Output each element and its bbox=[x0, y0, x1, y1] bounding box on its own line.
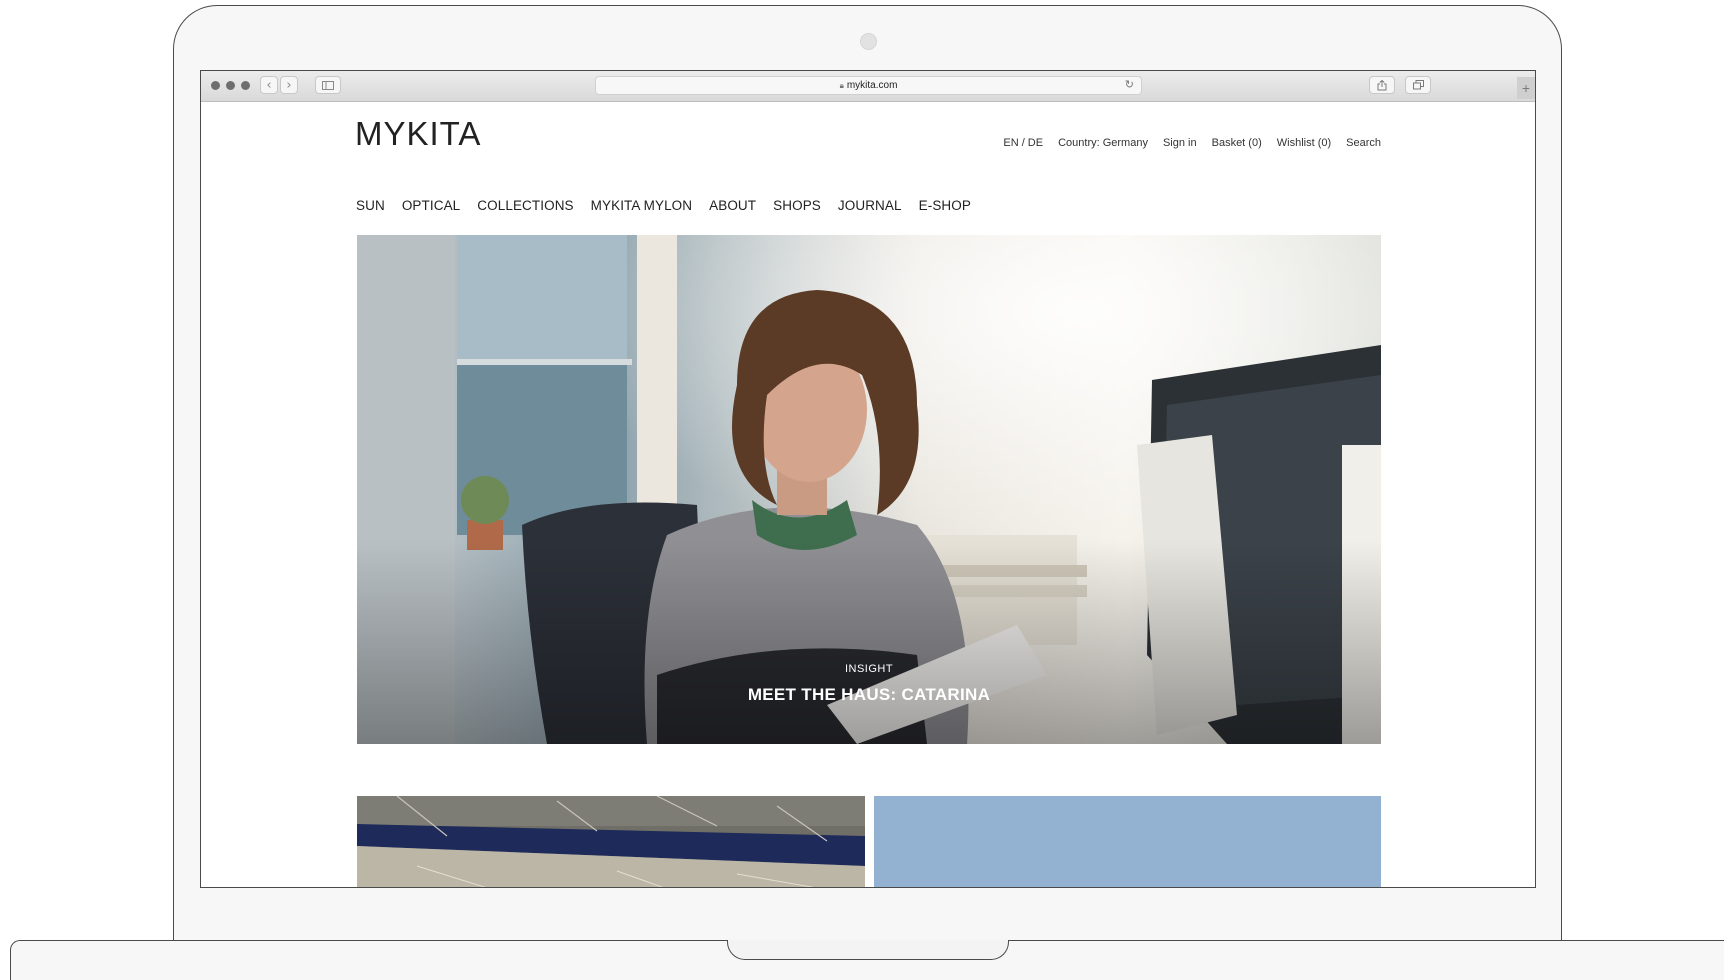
chevron-right-icon: › bbox=[286, 78, 292, 93]
camera-icon bbox=[860, 33, 877, 50]
nav-item-e-shop[interactable]: E-SHOP bbox=[919, 198, 971, 213]
teaser-tile-sky[interactable] bbox=[874, 796, 1381, 887]
forward-button[interactable]: › bbox=[280, 76, 298, 94]
nav-item-mykita-mylon[interactable]: MYKITA MYLON bbox=[591, 198, 692, 213]
site-logo[interactable]: MYKITA bbox=[355, 115, 481, 153]
teaser-tile-marble[interactable] bbox=[357, 796, 865, 887]
close-window-button[interactable] bbox=[211, 81, 220, 90]
sidebar-button[interactable] bbox=[315, 76, 341, 94]
share-button[interactable] bbox=[1369, 76, 1395, 94]
zoom-window-button[interactable] bbox=[241, 81, 250, 90]
nav-item-sun[interactable]: SUN bbox=[356, 198, 385, 213]
url-text: mykita.com bbox=[846, 80, 898, 91]
plus-icon: + bbox=[1521, 80, 1531, 96]
hero-title[interactable]: MEET THE HAUS: CATARINA bbox=[357, 685, 1381, 705]
marble-photo bbox=[357, 796, 865, 887]
basket-link[interactable]: Basket (0) bbox=[1212, 137, 1262, 149]
utility-nav: EN / DE Country: Germany Sign in Basket … bbox=[1003, 137, 1381, 149]
sidebar-icon bbox=[322, 81, 334, 90]
sign-in-link[interactable]: Sign in bbox=[1163, 137, 1197, 149]
laptop-notch bbox=[727, 940, 1009, 960]
back-button[interactable]: ‹ bbox=[260, 76, 278, 94]
main-nav: SUN OPTICAL COLLECTIONS MYKITA MYLON ABO… bbox=[356, 198, 971, 213]
share-icon bbox=[1377, 79, 1387, 91]
language-switch[interactable]: EN / DE bbox=[1003, 137, 1043, 149]
hero-banner[interactable]: INSIGHT MEET THE HAUS: CATARINA bbox=[357, 235, 1381, 744]
nav-item-shops[interactable]: SHOPS bbox=[773, 198, 821, 213]
chevron-left-icon: ‹ bbox=[266, 78, 272, 93]
reload-icon[interactable]: ↻ bbox=[1125, 77, 1134, 94]
nav-item-about[interactable]: ABOUT bbox=[709, 198, 756, 213]
tabs-icon bbox=[1412, 80, 1424, 90]
new-tab-button[interactable]: + bbox=[1517, 77, 1535, 99]
browser-window: ‹ › 🔒︎ mykita.com ↻ + MYKITA EN / DE Cou… bbox=[200, 70, 1536, 888]
country-selector[interactable]: Country: Germany bbox=[1058, 137, 1148, 149]
wishlist-link[interactable]: Wishlist (0) bbox=[1277, 137, 1331, 149]
nav-item-journal[interactable]: JOURNAL bbox=[838, 198, 902, 213]
nav-item-optical[interactable]: OPTICAL bbox=[402, 198, 460, 213]
hero-kicker: INSIGHT bbox=[844, 663, 894, 675]
tabs-button[interactable] bbox=[1405, 76, 1431, 94]
nav-item-collections[interactable]: COLLECTIONS bbox=[477, 198, 573, 213]
minimize-window-button[interactable] bbox=[226, 81, 235, 90]
browser-toolbar: ‹ › 🔒︎ mykita.com ↻ + bbox=[201, 71, 1535, 102]
address-bar[interactable]: 🔒︎ mykita.com ↻ bbox=[595, 76, 1142, 95]
lock-icon: 🔒︎ bbox=[839, 81, 844, 90]
search-link[interactable]: Search bbox=[1346, 137, 1381, 149]
